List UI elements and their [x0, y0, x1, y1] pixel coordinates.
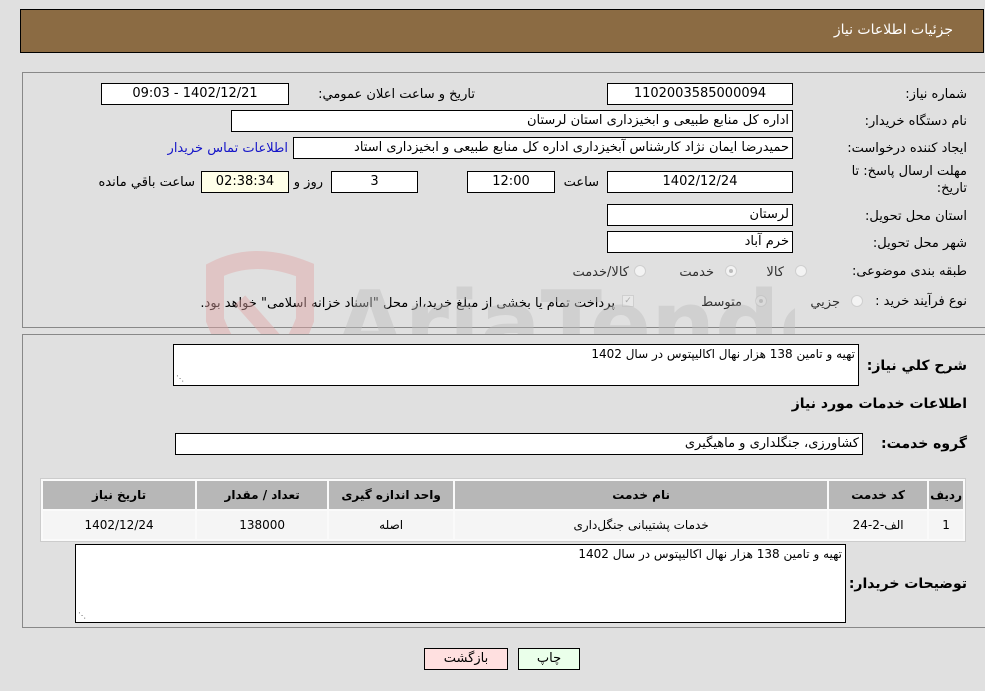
service-group-field[interactable]: کشاورزی، جنگلداری و ماهیگیری [175, 433, 863, 455]
cell-quantity: 138000 [197, 511, 328, 539]
buyer-notes-textarea[interactable]: تهیه و تامین 138 هزار نهال اکالیپتوس در … [75, 544, 846, 623]
province-label: استان محل تحویل: [865, 209, 967, 224]
category-radio-goods-service[interactable] [634, 265, 646, 277]
cell-need-date: 1402/12/24 [43, 511, 196, 539]
days-field[interactable]: 3 [331, 171, 418, 193]
treasury-note: پرداخت تمام یا بخشی از مبلغ خرید،از محل … [200, 296, 615, 311]
cell-service-name: خدمات پشتیبانی جنگل‌داری [455, 511, 828, 539]
category-option-service: خدمت [679, 265, 714, 280]
summary-label: شرح كلي نياز: [866, 358, 967, 374]
page-title: جزئیات اطلاعات نیاز [833, 22, 953, 38]
services-heading: اطلاعات خدمات مورد نیاز [791, 396, 967, 412]
process-option-medium: متوسط [701, 295, 742, 310]
services-table: ردیف کد خدمت نام خدمت واحد اندازه گیری ت… [40, 478, 966, 542]
process-option-minor: جزيي [810, 295, 840, 310]
print-button[interactable]: چاپ [518, 648, 580, 670]
col-row-number: ردیف [929, 481, 963, 509]
deadline-label-line1: مهلت ارسال پاسخ: تا [851, 164, 967, 179]
service-group-label: گروه خدمت: [881, 436, 967, 452]
remaining-label: ساعت باقي مانده [98, 175, 195, 190]
cell-unit: اصله [329, 511, 454, 539]
city-field[interactable]: خرم آباد [607, 231, 793, 253]
creator-label: ایجاد کننده درخواست: [847, 141, 967, 156]
buyer-org-label: نام دستگاه خریدار: [864, 114, 967, 129]
announce-datetime-field[interactable]: 1402/12/21 - 09:03 [101, 83, 289, 105]
back-button[interactable]: بازگشت [424, 648, 508, 670]
city-label: شهر محل تحویل: [872, 236, 967, 251]
need-number-field[interactable]: 1102003585000094 [607, 83, 793, 105]
col-unit: واحد اندازه گیری [329, 481, 454, 509]
summary-textarea[interactable]: تهیه و تامین 138 هزار نهال اکالیپتوس در … [173, 344, 859, 386]
category-radio-service[interactable] [725, 265, 737, 277]
buyer-org-field[interactable]: اداره کل منابع طبیعی و ابخیزداری استان ل… [231, 110, 793, 132]
process-radio-minor[interactable] [851, 295, 863, 307]
province-field[interactable]: لرستان [607, 204, 793, 226]
announce-label: تاریخ و ساعت اعلان عمومي: [318, 87, 475, 102]
creator-field[interactable]: حمیدرضا ایمان نژاد کارشناس آبخیزداری ادا… [293, 137, 793, 159]
resize-grip-icon[interactable]: ⋰ [176, 375, 184, 383]
category-option-goods-service: کالا/خدمت [572, 265, 629, 280]
buyer-notes-text: تهیه و تامین 138 هزار نهال اکالیپتوس در … [578, 547, 842, 561]
col-quantity: تعداد / مقدار [197, 481, 328, 509]
category-label: طبقه بندی موضوعی: [851, 264, 967, 279]
need-number-label: شماره نیاز: [905, 87, 967, 102]
category-option-goods: کالا [766, 265, 784, 280]
table-header-row: ردیف کد خدمت نام خدمت واحد اندازه گیری ت… [43, 481, 963, 509]
deadline-time-field[interactable]: 12:00 [467, 171, 555, 193]
days-label: روز و [293, 175, 323, 190]
treasury-checkbox[interactable]: ✓ [622, 295, 634, 307]
process-label: نوع فرآیند خرید : [875, 294, 967, 309]
table-row: 1 الف-2-24 خدمات پشتیبانی جنگل‌داری اصله… [43, 511, 963, 539]
cell-service-code: الف-2-24 [829, 511, 928, 539]
col-service-code: کد خدمت [829, 481, 928, 509]
resize-grip-icon[interactable]: ⋰ [78, 612, 86, 620]
col-need-date: تاریخ نیاز [43, 481, 196, 509]
buyer-notes-label: توضیحات خریدار: [848, 576, 967, 592]
page-header: جزئیات اطلاعات نیاز [20, 9, 984, 53]
summary-text: تهیه و تامین 138 هزار نهال اکالیپتوس در … [591, 347, 855, 361]
cell-row-number: 1 [929, 511, 963, 539]
deadline-time-label: ساعت [563, 175, 599, 190]
buyer-contact-link[interactable]: اطلاعات تماس خریدار [168, 141, 288, 156]
category-radio-goods[interactable] [795, 265, 807, 277]
process-radio-medium[interactable] [755, 295, 767, 307]
col-service-name: نام خدمت [455, 481, 828, 509]
deadline-date-field[interactable]: 1402/12/24 [607, 171, 793, 193]
remaining-time-field: 02:38:34 [201, 171, 289, 193]
deadline-label-line2: تاریخ: [936, 181, 967, 196]
